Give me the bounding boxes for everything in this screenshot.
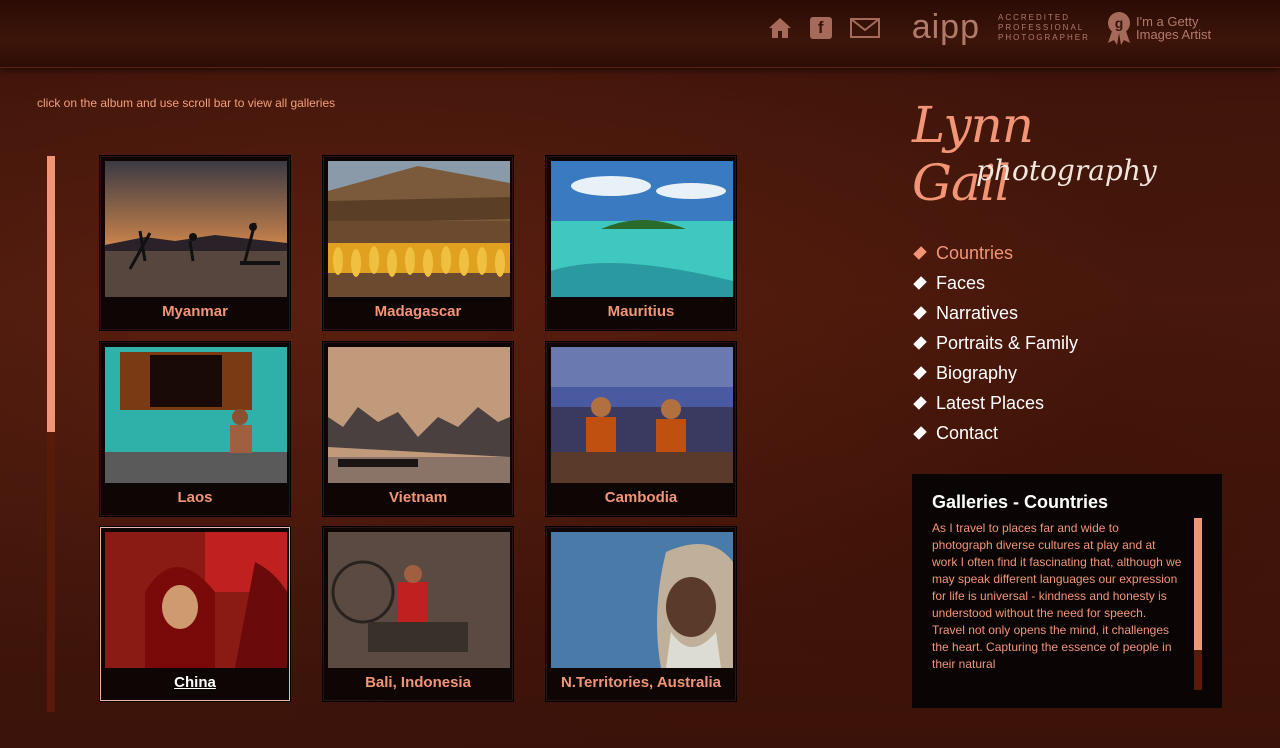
nav-item-contact[interactable]: Contact	[913, 418, 1078, 448]
logo-subtitle: photography	[976, 154, 1157, 187]
nav-item-latest-places[interactable]: Latest Places	[913, 388, 1078, 418]
gallery-label: China	[174, 674, 216, 691]
panel-scrollbar-thumb[interactable]	[1194, 518, 1202, 650]
nav-item-countries[interactable]: Countries	[913, 238, 1078, 268]
panel-body-text: As I travel to places far and wide to ph…	[932, 521, 1182, 671]
facebook-glyph: f	[817, 17, 824, 37]
gallery-label: Laos	[177, 489, 213, 506]
gallery-thumbnail	[105, 161, 287, 297]
gallery-tile-bali[interactable]: Bali, Indonesia	[323, 527, 513, 701]
gallery-tile-mauritius[interactable]: Mauritius	[546, 156, 736, 330]
instruction-text: click on the album and use scroll bar to…	[37, 96, 336, 110]
gallery-label: N.Territories, Australia	[560, 674, 722, 691]
diamond-bullet-icon	[913, 306, 927, 320]
gallery-thumbnail	[328, 532, 510, 668]
nav-label: Latest Places	[936, 392, 1045, 413]
gallery-thumbnail	[551, 532, 733, 668]
diamond-bullet-icon	[913, 366, 927, 380]
site-logo[interactable]: Lynn Gail photography	[912, 96, 1157, 212]
nav-item-biography[interactable]: Biography	[913, 358, 1078, 388]
gallery-label: Cambodia	[604, 489, 678, 506]
gallery-thumbnail	[328, 161, 510, 297]
diamond-bullet-icon	[913, 246, 927, 260]
gallery-thumbnail	[551, 161, 733, 297]
gallery-tile-laos[interactable]: Laos	[100, 342, 290, 516]
diamond-bullet-icon	[913, 336, 927, 350]
gallery-tile-myanmar[interactable]: Myanmar	[100, 156, 290, 330]
gallery-label: Mauritius	[607, 303, 675, 320]
gallery-thumbnail	[328, 347, 510, 483]
nav-label: Contact	[936, 422, 999, 443]
panel-title: Galleries - Countries	[932, 492, 1109, 512]
home-icon[interactable]	[768, 17, 792, 39]
gallery-label: Myanmar	[162, 303, 228, 320]
gallery-tile-vietnam[interactable]: Vietnam	[323, 342, 513, 516]
nav-item-narratives[interactable]: Narratives	[913, 298, 1078, 328]
nav-label: Biography	[936, 362, 1018, 383]
nav-item-portraits-family[interactable]: Portraits & Family	[913, 328, 1079, 358]
getty-text: I'm a Getty Images Artist	[1136, 13, 1212, 42]
gallery-thumbnail	[105, 532, 287, 668]
getty-badge[interactable]: g I'm a Getty Images Artist	[1106, 11, 1228, 45]
getty-badge-letter: g	[1115, 15, 1124, 31]
gallery-tile-cambodia[interactable]: Cambodia	[546, 342, 736, 516]
top-bar: f aipp ACCREDITED PROFESSIONAL PHOTOGRAP…	[0, 0, 1280, 68]
facebook-icon[interactable]: f	[809, 16, 832, 39]
diamond-bullet-icon	[913, 276, 927, 290]
nav-label: Portraits & Family	[936, 332, 1079, 353]
main-nav: Countries Faces Narratives Portraits & F…	[913, 238, 1079, 448]
nav-label: Narratives	[936, 302, 1019, 323]
diamond-bullet-icon	[913, 396, 927, 410]
nav-label: Countries	[936, 242, 1014, 263]
accredited-text: ACCREDITED PROFESSIONAL PHOTOGRAPHER	[998, 12, 1090, 42]
aipp-logo[interactable]: aipp	[912, 8, 980, 47]
header-icons: f aipp ACCREDITED PROFESSIONAL PHOTOGRAP…	[768, 8, 1228, 47]
gallery-description-panel: Galleries - Countries As I travel to pla…	[912, 474, 1222, 708]
diamond-bullet-icon	[913, 426, 927, 440]
gallery-label: Madagascar	[374, 303, 462, 320]
gallery-thumbnail	[551, 347, 733, 483]
gallery-scrollbar-thumb[interactable]	[47, 156, 55, 432]
gallery-label: Vietnam	[388, 489, 448, 506]
nav-item-faces[interactable]: Faces	[913, 268, 1078, 298]
gallery-tile-australia[interactable]: N.Territories, Australia	[546, 527, 736, 701]
gallery-thumbnail	[105, 347, 287, 483]
getty-ribbon-icon: g	[1106, 11, 1132, 45]
gallery-label: Bali, Indonesia	[365, 674, 471, 691]
gallery-tile-madagascar[interactable]: Madagascar	[323, 156, 513, 330]
gallery-tile-china[interactable]: China	[100, 527, 290, 701]
nav-label: Faces	[936, 272, 986, 293]
mail-icon[interactable]	[849, 17, 880, 38]
